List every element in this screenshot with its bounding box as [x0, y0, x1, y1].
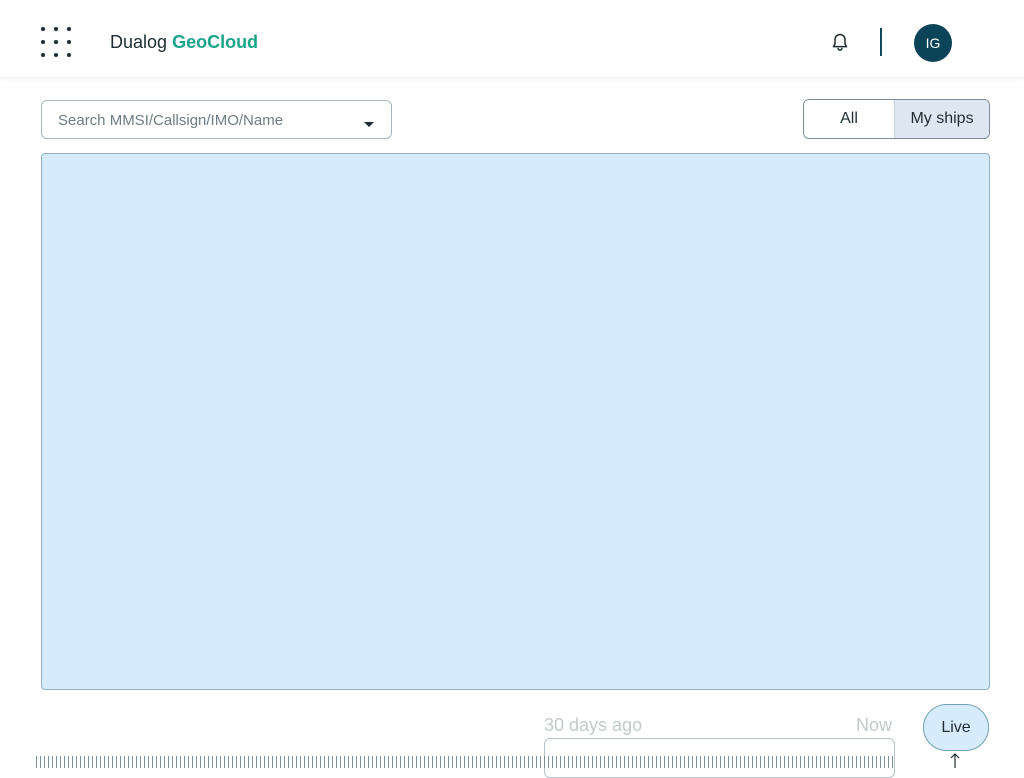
filter-my-ships-button[interactable]: My ships [894, 100, 989, 138]
map-view[interactable] [41, 153, 990, 690]
brand-name: Dualog [110, 32, 168, 52]
timeline-end-label: Now [856, 715, 893, 735]
bell-icon[interactable] [828, 31, 852, 55]
caret-down-icon[interactable] [362, 116, 376, 127]
live-button[interactable]: Live [923, 704, 989, 751]
brand-logo: Dualog GeoCloud [110, 31, 258, 53]
timeline-start-label: 30 days ago [544, 715, 643, 735]
brand-product: GeoCloud [172, 32, 259, 52]
user-avatar[interactable]: IG [914, 24, 952, 62]
arrow-up-icon [948, 752, 962, 768]
ship-filter-toggle: All My ships [803, 99, 990, 139]
apps-grid-icon[interactable] [40, 26, 74, 60]
filter-all-button[interactable]: All [804, 100, 894, 138]
top-bar: Dualog GeoCloud IG [0, 0, 1024, 78]
vessel-search-box[interactable] [41, 100, 392, 139]
header-divider [880, 28, 882, 56]
vessel-search-input[interactable] [56, 109, 346, 131]
timeline-ticks[interactable] [36, 756, 896, 768]
